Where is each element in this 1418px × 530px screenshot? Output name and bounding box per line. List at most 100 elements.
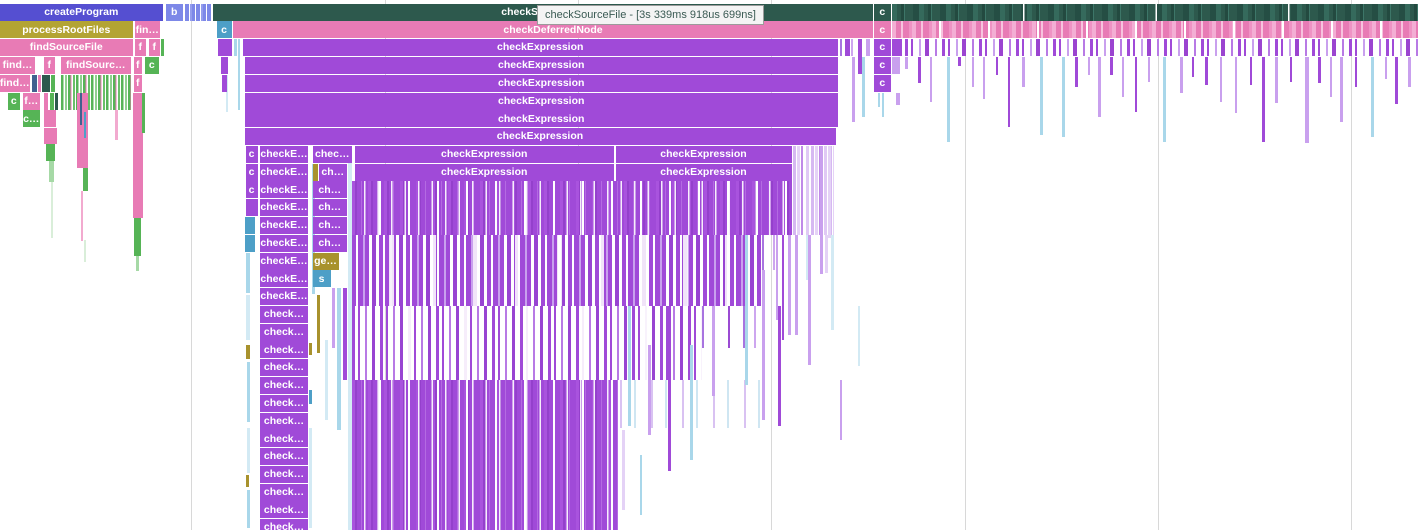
frame-fragment[interactable] [247, 362, 250, 422]
frame-segment[interactable] [245, 217, 255, 234]
frame-fragment[interactable] [142, 93, 145, 133]
frame-check…[interactable]: check… [260, 324, 308, 341]
frame-fragment[interactable] [1098, 57, 1101, 117]
frame-checkE…[interactable]: checkE… [260, 199, 308, 216]
frame-cluster[interactable] [352, 181, 792, 234]
frame-fragment[interactable] [1122, 57, 1124, 97]
frame-fragment[interactable] [136, 256, 139, 271]
frame-ch…[interactable]: ch… [313, 235, 348, 252]
frame-checkExpression[interactable]: checkExpression [243, 39, 839, 56]
frame-fragment[interactable] [778, 306, 781, 426]
frame-fragment[interactable] [247, 490, 250, 528]
frame-fragment[interactable] [80, 93, 82, 125]
frame-fragment[interactable] [1318, 57, 1321, 83]
frame-fragment[interactable] [905, 57, 908, 69]
frame-fragment[interactable] [234, 39, 238, 56]
frame-fragment[interactable] [44, 128, 57, 144]
frame-fragment[interactable] [325, 340, 328, 420]
frame-checkExpression[interactable]: checkExpression [245, 75, 839, 92]
frame-fragment[interactable] [640, 455, 642, 515]
frame-segment[interactable] [892, 57, 900, 74]
frame-checkExpression[interactable]: checkExpression [245, 110, 839, 127]
frame-fragment[interactable] [896, 93, 900, 105]
frame-c[interactable]: c [874, 57, 891, 74]
frame-fragment[interactable] [348, 146, 352, 530]
frame-fragment[interactable] [44, 110, 57, 127]
frame-fragment[interactable] [882, 93, 884, 117]
frame-segment[interactable] [245, 235, 255, 252]
frame-fragment[interactable] [983, 57, 985, 99]
frame-fragment[interactable] [115, 110, 118, 140]
frame-fragment[interactable] [668, 306, 671, 471]
frame-fragment[interactable] [1340, 57, 1343, 122]
frame-fragment[interactable] [51, 182, 53, 238]
frame-findSourceFile[interactable]: findSourceFile [0, 39, 133, 56]
frame-fragment[interactable] [1088, 57, 1090, 75]
frame-fragment[interactable] [1163, 57, 1166, 142]
frame-chec…[interactable]: chec… [313, 146, 353, 163]
frame-fragment[interactable] [1110, 57, 1113, 75]
frame-checkExpression[interactable]: checkExpression [245, 93, 839, 110]
frame-fragment[interactable] [831, 235, 834, 330]
frame-fragment[interactable] [1250, 57, 1252, 85]
frame-fragment[interactable] [55, 93, 58, 110]
frame-fragment[interactable] [1262, 57, 1265, 142]
frame-fragment[interactable] [309, 343, 312, 355]
frame-fragment[interactable] [246, 295, 250, 340]
frame-fragment[interactable] [1022, 57, 1025, 87]
frame-fragment[interactable] [958, 57, 961, 66]
frame-checkE…[interactable]: checkE… [260, 288, 308, 305]
frame-check…[interactable]: check… [260, 377, 308, 394]
frame-check…[interactable]: check… [260, 359, 308, 376]
frame-fragment[interactable] [1075, 57, 1078, 87]
frame-fragment[interactable] [1371, 57, 1374, 137]
frame-fragment[interactable] [1220, 57, 1222, 102]
frame-ch…[interactable]: ch… [313, 181, 348, 198]
frame-fragment[interactable] [795, 235, 798, 335]
frame-fragment[interactable] [1290, 57, 1292, 82]
frame-fin…[interactable]: fin… [135, 21, 161, 38]
frame-checkExpression[interactable]: checkExpression [355, 146, 614, 163]
frame-fragment[interactable] [788, 235, 791, 335]
frame-fragment[interactable] [42, 75, 50, 92]
frame-segment[interactable] [892, 39, 902, 56]
frame-checkE…[interactable]: checkE… [260, 217, 308, 234]
frame-fragment[interactable] [930, 57, 932, 102]
frame-fragment[interactable] [648, 345, 651, 435]
frame-cluster[interactable] [702, 306, 762, 348]
frame-fragment[interactable] [628, 306, 631, 426]
frame-f[interactable]: f [134, 75, 143, 92]
frame-fragment[interactable] [32, 75, 37, 92]
frame-checkExpression[interactable]: checkExpression [245, 57, 839, 74]
frame-c[interactable]: c [874, 21, 891, 38]
frame-fragment[interactable] [309, 390, 312, 404]
frame-c…[interactable]: c… [23, 110, 41, 127]
frame-fragment[interactable] [712, 306, 715, 396]
frame-fragment[interactable] [161, 39, 164, 56]
frame-fragment[interactable] [317, 295, 320, 353]
frame-fragment[interactable] [840, 380, 842, 440]
frame-fragment[interactable] [343, 288, 347, 380]
frame-check…[interactable]: check… [260, 484, 308, 501]
frame-fragment[interactable] [1305, 57, 1309, 143]
frame-c[interactable]: c [8, 93, 21, 110]
frame-segment[interactable] [222, 75, 227, 92]
frame-checkExpression[interactable]: checkExpression [616, 146, 792, 163]
frame-fragment[interactable] [1148, 57, 1150, 82]
frame-f…[interactable]: f… [23, 93, 41, 110]
frame-fragment[interactable] [1235, 57, 1237, 113]
frame-check…[interactable]: check… [260, 448, 308, 465]
frame-c[interactable]: c [145, 57, 159, 74]
frame-checkExpression[interactable]: checkExpression [355, 164, 614, 181]
frame-cluster[interactable] [620, 380, 770, 428]
frame-fragment[interactable] [84, 112, 86, 138]
frame-fragment[interactable] [996, 57, 998, 75]
frame-createProgram[interactable]: createProgram [0, 4, 163, 21]
frame-fragment[interactable] [81, 191, 83, 241]
frame-check…[interactable]: check… [260, 466, 308, 483]
frame-fragment[interactable] [246, 253, 250, 293]
frame-f[interactable]: f [44, 57, 56, 74]
frame-cluster[interactable] [352, 380, 618, 530]
frame-ch…[interactable]: ch… [313, 199, 348, 216]
frame-fragment[interactable] [50, 93, 54, 110]
